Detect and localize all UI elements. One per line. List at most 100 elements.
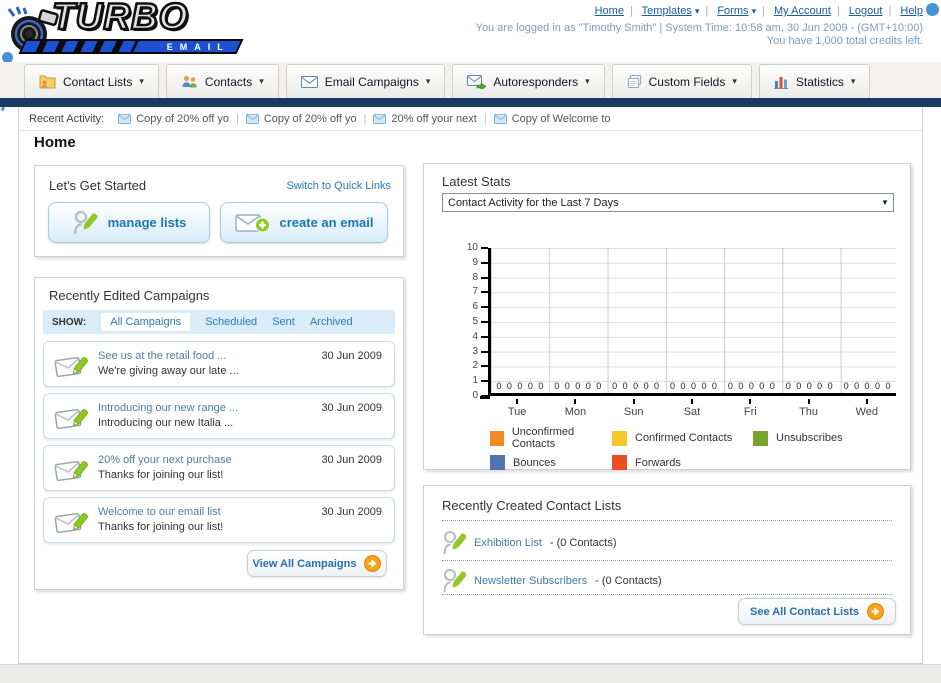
chart-value-label: 0 [806, 381, 812, 391]
filter-all-campaigns[interactable]: All Campaigns [101, 313, 191, 331]
recent-activity-item[interactable]: 20% off your next [373, 112, 477, 125]
turbo-email-logo: TURBO EMAIL [6, 0, 256, 58]
campaign-row[interactable]: Welcome to our email list Thanks for joi… [43, 497, 395, 543]
campaign-date: 30 Jun 2009 [321, 402, 382, 414]
campaign-row[interactable]: Introducing our new range ... Introducin… [43, 393, 395, 439]
nav-logout-link[interactable]: Logout [849, 5, 883, 17]
tab-label: Autoresponders [493, 74, 579, 89]
tab-custom-fields[interactable]: Custom Fields ▾ [611, 64, 752, 98]
filter-scheduled[interactable]: Scheduled [205, 316, 257, 328]
nav-help-link[interactable]: Help [900, 5, 923, 17]
person-pencil-icon [443, 531, 466, 555]
nav-forms-link[interactable]: Forms [717, 5, 748, 17]
y-tick-mark [481, 247, 488, 249]
campaigns-panel: Recently Edited Campaigns SHOW: All Camp… [34, 277, 404, 590]
contact-list-row[interactable]: Newsletter Subscribers - (0 Contacts) [442, 564, 892, 597]
page-title: Home [34, 134, 76, 151]
campaign-row[interactable]: See us at the retail food ... We're givi… [43, 341, 395, 387]
contact-list-link[interactable]: Newsletter Subscribers [474, 575, 587, 587]
nav-home-link[interactable]: Home [595, 5, 624, 17]
y-tick-label: 5 [472, 316, 478, 327]
show-label: SHOW: [52, 316, 87, 328]
latest-stats-panel: Latest Stats Contact Activity for the La… [423, 163, 911, 470]
see-all-contact-lists-button[interactable]: See All Contact Lists [738, 598, 896, 625]
envelope-arrow-icon [467, 74, 487, 89]
legend-swatch [612, 430, 627, 446]
recent-activity-label: Recent Activity: [29, 112, 105, 125]
nav-my-account-link[interactable]: My Account [774, 5, 831, 17]
x-axis-labels: Tue Mon Sun Sat Fri Thu Wed [488, 406, 896, 418]
campaign-title-link[interactable]: Introducing our new range ... [98, 402, 238, 414]
campaign-title-link[interactable]: See us at the retail food ... [98, 350, 226, 362]
x-axis-label: Tue [507, 406, 527, 418]
tab-contact-lists[interactable]: Contact Lists ▾ [24, 64, 159, 98]
envelope-icon [373, 113, 387, 124]
arrow-circle-icon [867, 603, 884, 620]
logo-stripes [23, 41, 139, 52]
chart-value-label: 0 [596, 381, 602, 391]
dotted-divider [442, 594, 892, 595]
chart-value-label: 0 [575, 381, 581, 391]
legend-swatch [753, 430, 768, 446]
filter-archived[interactable]: Archived [310, 316, 353, 328]
tab-label: Email Campaigns [324, 74, 419, 89]
arrow-circle-icon [364, 555, 382, 572]
tab-contacts[interactable]: Contacts ▾ [165, 64, 279, 98]
campaign-title-link[interactable]: 20% off your next purchase [98, 454, 232, 466]
legend-item: Confirmed Contacts [612, 426, 753, 450]
create-email-button[interactable]: create an email [220, 202, 388, 243]
campaign-title-link[interactable]: Welcome to our email list [98, 506, 221, 518]
chart-value-label: 0 [864, 381, 870, 391]
y-tick-label: 10 [466, 242, 478, 253]
switch-quick-links[interactable]: Switch to Quick Links [286, 180, 391, 192]
nav-separator: | [762, 5, 765, 17]
chart-value-group: 00000 [607, 381, 665, 391]
y-tick-label: 4 [472, 330, 478, 342]
envelope-pencil-icon [54, 408, 88, 430]
x-tick-mark [516, 399, 519, 404]
y-tick-label: 1 [472, 375, 478, 387]
tab-label: Contact Lists [63, 74, 133, 89]
y-tick-label: 8 [472, 271, 478, 283]
manage-lists-label: manage lists [107, 215, 187, 230]
contact-lists-title: Recently Created Contact Lists [442, 498, 622, 513]
manage-lists-button[interactable]: manage lists [48, 202, 210, 243]
envelope-plus-icon [234, 213, 270, 232]
y-tick-mark [481, 350, 488, 353]
campaign-subtitle: Thanks for joining our list! [98, 469, 224, 481]
view-all-campaigns-button[interactable]: View All Campaigns [247, 550, 387, 577]
recent-activity-bar: Recent Activity: Copy of 20% off yo | Co… [19, 107, 922, 131]
contact-list-count: - (0 Contacts) [595, 574, 662, 587]
recent-activity-item[interactable]: Copy of 20% off yo [245, 113, 357, 125]
tab-autoresponders[interactable]: Autoresponders ▾ [452, 64, 605, 98]
person-pencil-icon [443, 569, 466, 593]
chart-value-label: 0 [612, 381, 618, 391]
contact-list-link[interactable]: Exhibition List [474, 537, 542, 549]
recent-activity-item[interactable]: Copy of Welcome to [493, 113, 611, 125]
recent-activity-text: 20% off your next [391, 112, 477, 125]
campaign-row[interactable]: 20% off your next purchase Thanks for jo… [43, 445, 395, 491]
x-tick-mark [574, 399, 577, 404]
chart-value-label: 0 [748, 381, 754, 391]
app-root: TURBO EMAIL Home | Templates ▾ | Forms ▾ | … [0, 0, 941, 683]
chevron-down-icon: ▾ [732, 76, 737, 86]
y-tick-label: 7 [472, 286, 478, 298]
recent-activity-item[interactable]: Copy of 20% off yo [118, 113, 229, 125]
x-axis-label: Sun [623, 406, 644, 418]
tab-statistics[interactable]: Statistics ▾ [758, 64, 871, 98]
nav-separator: | [629, 5, 633, 17]
y-tick-label: 0 [472, 390, 478, 401]
chart-value-label: 0 [680, 381, 686, 391]
nav-separator: | [888, 5, 892, 17]
y-tick-mark [481, 276, 488, 279]
contact-list-row[interactable]: Exhibition List - (0 Contacts) [442, 526, 892, 559]
chart-legend: Unconfirmed Contacts Confirmed Contacts Un… [490, 426, 843, 470]
credits-text: You have 1,000 total credits left. [766, 35, 923, 47]
chart-value-group: 00000 [665, 381, 723, 391]
activity-separator: | [235, 112, 239, 125]
filter-sent[interactable]: Sent [272, 316, 295, 328]
chart-value-label: 0 [827, 381, 833, 391]
y-tick-mark [481, 335, 488, 338]
nav-templates-link[interactable]: Templates [642, 5, 692, 17]
tab-email-campaigns[interactable]: Email Campaigns ▾ [285, 64, 446, 98]
